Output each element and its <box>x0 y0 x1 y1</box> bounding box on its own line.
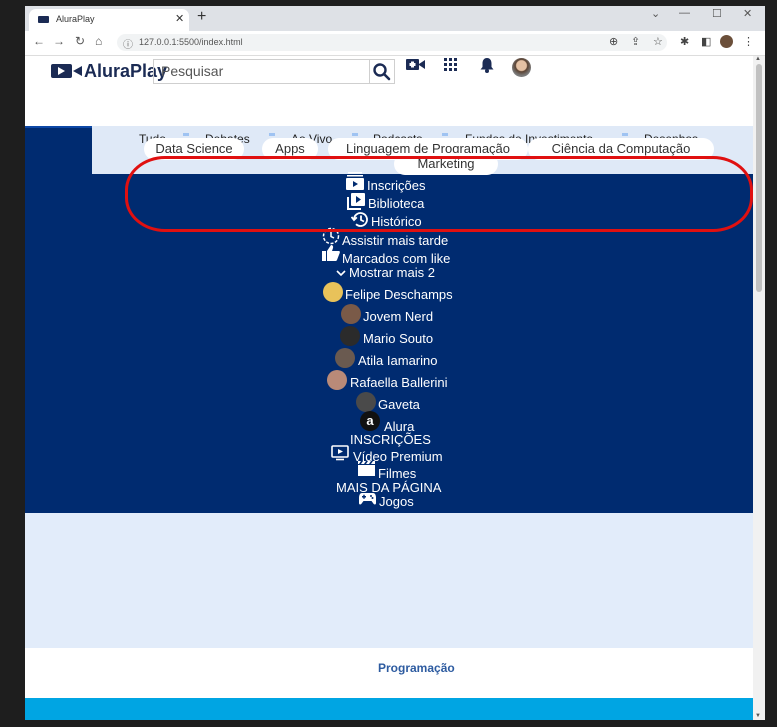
category-bar: Tudo Debates Ao Vivo Podcasts Fundos de … <box>25 126 753 175</box>
forward-icon[interactable]: → <box>53 34 65 48</box>
side-panel-icon[interactable]: ◧ <box>701 35 711 48</box>
library-icon <box>347 193 365 213</box>
channel-avatar <box>335 348 355 368</box>
section-heading: INSCRIÇÕES <box>350 432 431 447</box>
footer: Programação <box>25 648 753 698</box>
reload-icon[interactable]: ↻ <box>75 34 85 48</box>
category-chip-ciencia[interactable]: Ciência da Computação <box>528 138 714 160</box>
sidebar-item-label: Inscrições <box>367 178 426 193</box>
channel-item[interactable]: Gaveta <box>25 392 753 413</box>
chip-separator <box>183 133 189 136</box>
extensions-icon[interactable]: ✱ <box>680 35 689 48</box>
back-icon[interactable]: ← <box>33 34 45 48</box>
search-input[interactable] <box>154 60 369 81</box>
chip-separator <box>269 133 275 136</box>
browser-window: AluraPlay ✕ + ⌄ — ☐ ✕ ← → ↻ ⌂ ⓘ 127.0.0.… <box>25 6 765 720</box>
subscriptions-icon <box>346 172 364 193</box>
sidebar-item-inscricoes[interactable]: Inscrições <box>25 172 753 194</box>
sidebar-item-label: Jogos <box>379 494 414 509</box>
channel-item[interactable]: Mario Souto <box>25 326 753 347</box>
channel-avatar <box>323 282 343 302</box>
search-box <box>153 59 370 84</box>
gamepad-icon <box>359 493 376 508</box>
channel-name: Felipe Deschamps <box>345 287 453 302</box>
channel-avatar <box>340 326 360 346</box>
bottom-banner <box>25 698 753 720</box>
site-header: AluraPlay <box>25 56 753 126</box>
category-chip-apps[interactable]: Apps <box>262 138 318 160</box>
sidebar-item-historico[interactable]: Histórico <box>25 212 753 230</box>
channel-avatar <box>356 392 376 412</box>
search-icon <box>373 63 391 81</box>
tab-search-icon[interactable]: ⌄ <box>651 7 660 20</box>
close-window-button[interactable]: ✕ <box>743 7 752 20</box>
scrollbar-thumb[interactable] <box>756 64 762 292</box>
channel-name: Mario Souto <box>363 331 434 346</box>
channel-name: Gaveta <box>378 397 420 412</box>
sidebar-item-label: Histórico <box>371 214 422 229</box>
sidebar-item-assistir-mais-tarde[interactable]: Assistir mais tarde <box>25 227 753 249</box>
premium-video-icon <box>331 445 349 464</box>
category-chip-data-science[interactable]: Data Science <box>144 138 244 160</box>
section-heading-inscricoes: INSCRIÇÕES <box>25 430 753 448</box>
home-icon[interactable]: ⌂ <box>95 34 102 48</box>
restore-button[interactable]: ☐ <box>712 7 722 20</box>
new-tab-button[interactable]: + <box>197 8 206 26</box>
history-icon <box>350 211 369 231</box>
tab-close-icon[interactable]: ✕ <box>175 12 184 25</box>
sidebar-item-label: Mostrar mais 2 <box>349 265 435 280</box>
channel-item[interactable]: Jovem Nerd <box>25 304 753 325</box>
logo-wing-icon <box>73 66 82 76</box>
chip-separator <box>622 133 628 136</box>
apps-grid-icon[interactable] <box>444 58 458 77</box>
notifications-bell-icon[interactable] <box>480 58 494 78</box>
channel-name: Jovem Nerd <box>363 309 434 324</box>
channel-name: Rafaella Ballerini <box>350 375 448 390</box>
thumbs-up-icon <box>322 245 340 264</box>
menu-kebab-icon[interactable]: ⋮ <box>743 35 754 48</box>
share-icon[interactable]: ⇪ <box>631 35 640 48</box>
upload-video-icon[interactable] <box>406 58 426 77</box>
favicon-icon <box>38 16 49 23</box>
show-more-button[interactable]: Mostrar mais 2 <box>25 263 753 281</box>
chip-separator <box>352 133 358 136</box>
scrollbar[interactable]: ▲ ▼ <box>753 56 765 720</box>
channel-avatar <box>327 370 347 390</box>
scroll-down-icon[interactable]: ▼ <box>755 713 761 719</box>
tab-title: AluraPlay <box>56 14 95 24</box>
search-button[interactable] <box>369 59 395 84</box>
chevron-down-icon <box>336 265 346 280</box>
channel-item[interactable]: Felipe Deschamps <box>25 282 753 303</box>
logo-camera-icon <box>51 64 72 78</box>
site-info-icon[interactable]: ⓘ <box>123 36 133 51</box>
page-viewport: AluraPlay Pesquisar Vivo Fundos de Inves… <box>25 56 753 720</box>
profile-avatar[interactable] <box>720 35 733 48</box>
sidebar-item-biblioteca[interactable]: Biblioteca <box>25 193 753 213</box>
sidebar-item-jogos[interactable]: Jogos <box>25 492 753 510</box>
channel-name: Atila Iamarino <box>358 353 438 368</box>
channel-item[interactable]: Atila Iamarino <box>25 348 753 369</box>
address-toolbar: ← → ↻ ⌂ ⓘ 127.0.0.1:5500/index.html ⊕ ⇪ … <box>25 31 765 56</box>
minimize-button[interactable]: — <box>679 7 690 19</box>
address-bar[interactable]: ⓘ 127.0.0.1:5500/index.html <box>117 34 667 51</box>
bookmark-star-icon[interactable]: ☆ <box>653 35 663 48</box>
sidebar-item-video-premium[interactable]: Vídeo Premium <box>25 445 753 465</box>
scroll-up-icon[interactable]: ▲ <box>755 56 761 62</box>
sidebar-item-label: Biblioteca <box>368 196 425 211</box>
clapperboard-icon <box>358 461 375 479</box>
category-chip-marketing[interactable]: Marketing <box>394 153 498 175</box>
channel-item[interactable]: Rafaella Ballerini <box>25 370 753 391</box>
browser-tab[interactable]: AluraPlay ✕ <box>29 9 189 31</box>
channel-avatar <box>341 304 361 324</box>
alura-logo-icon: a <box>360 411 380 431</box>
footer-link-programacao[interactable]: Programação <box>378 661 455 675</box>
zoom-icon[interactable]: ⊕ <box>609 35 618 48</box>
nav-panel: Tudo Debates Ao Vivo Podcasts Fundos de … <box>25 126 753 513</box>
user-avatar[interactable] <box>512 58 531 77</box>
sidebar-item-label: Assistir mais tarde <box>342 233 449 248</box>
address-url[interactable]: 127.0.0.1:5500/index.html <box>139 37 243 47</box>
content-area <box>25 513 753 648</box>
tab-bar: AluraPlay ✕ + ⌄ — ☐ ✕ <box>25 6 765 31</box>
chip-separator <box>442 133 448 136</box>
